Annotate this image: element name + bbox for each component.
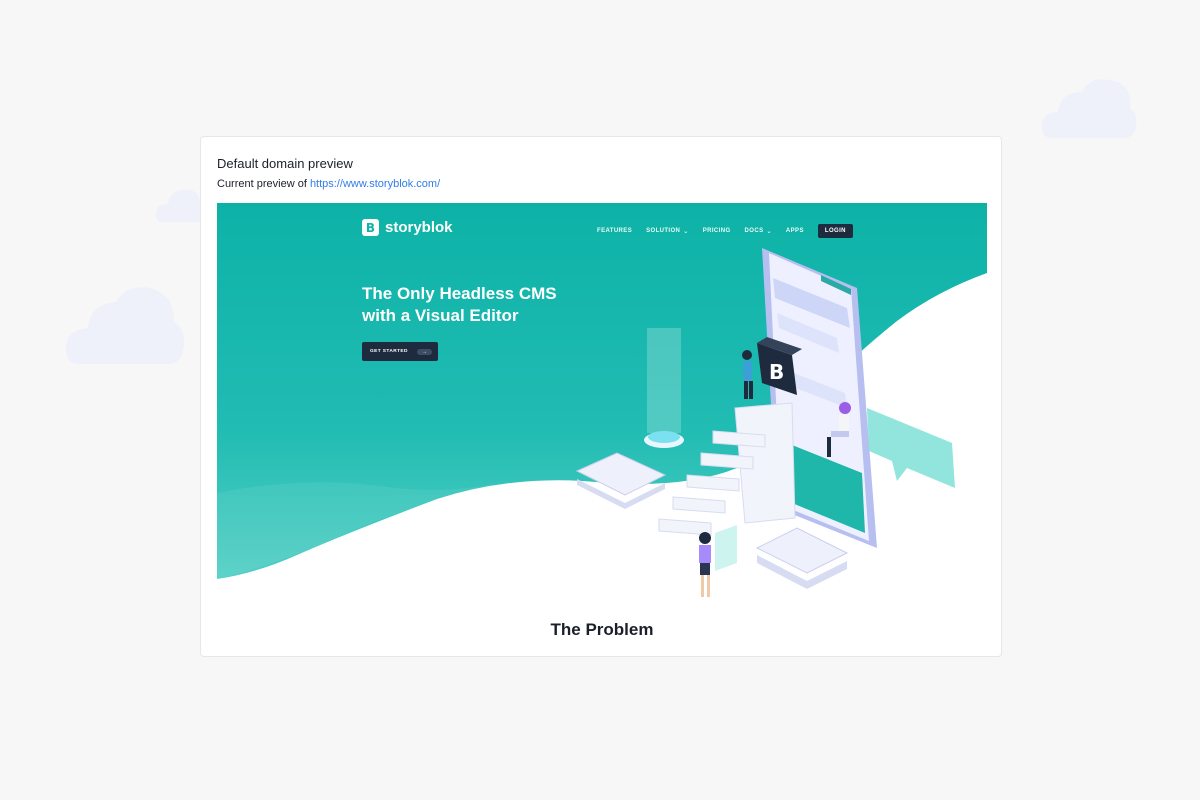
section-title-problem: The Problem — [550, 620, 654, 639]
documents-stack-left — [575, 452, 667, 509]
card-subtitle: Current preview of https://www.storyblok… — [217, 178, 440, 190]
logo-mark-icon: B — [362, 219, 379, 236]
preview-url-link[interactable]: https://www.storyblok.com/ — [310, 178, 440, 190]
person-standing — [699, 525, 737, 597]
get-started-label: GET STARTED — [370, 349, 408, 354]
chevron-down-icon: ⌄ — [683, 228, 689, 235]
get-started-button[interactable]: GET STARTED → — [362, 342, 438, 361]
documents-stack-right — [755, 527, 849, 589]
nav-label: SOLUTION — [646, 228, 681, 234]
nav-label: APPS — [785, 228, 804, 234]
storyblok-logo[interactable]: B storyblok — [362, 219, 453, 236]
hero-illustration: B — [575, 248, 955, 597]
website-preview-frame[interactable]: B B storyblok FEATURES SOLUTION ⌄ PRICIN… — [217, 203, 987, 643]
nav-label: DOCS — [744, 228, 764, 234]
chat-bubble — [867, 408, 955, 488]
nav-item-solution[interactable]: SOLUTION ⌄ — [646, 228, 689, 235]
light-beam — [647, 328, 681, 433]
nav-item-features[interactable]: FEATURES — [597, 228, 632, 234]
headline-line-1: The Only Headless CMS — [362, 284, 557, 303]
cloud-decoration-top-right — [1042, 79, 1137, 138]
nav-item-apps[interactable]: APPS — [786, 228, 804, 234]
site-nav: FEATURES SOLUTION ⌄ PRICING DOCS ⌄ APPS … — [597, 224, 853, 238]
cloud-decoration-left — [66, 287, 185, 364]
login-button[interactable]: LOGIN — [817, 224, 853, 238]
nav-label: FEATURES — [597, 228, 633, 234]
nav-label: PRICING — [702, 228, 731, 234]
domain-preview-card: Default domain preview Current preview o… — [200, 136, 1002, 657]
headline-line-2: with a Visual Editor — [362, 306, 519, 325]
svg-text:B: B — [769, 360, 784, 384]
nav-item-pricing[interactable]: PRICING — [703, 228, 731, 234]
chevron-down-icon: ⌄ — [766, 228, 772, 235]
card-title: Default domain preview — [217, 156, 353, 171]
nav-item-docs[interactable]: DOCS ⌄ — [745, 228, 772, 235]
arrow-right-icon: → — [417, 348, 432, 355]
subtitle-prefix: Current preview of — [217, 178, 307, 190]
person-climbing — [742, 350, 753, 399]
hero-headline: The Only Headless CMS with a Visual Edit… — [362, 283, 622, 327]
logo-text: storyblok — [385, 219, 453, 236]
